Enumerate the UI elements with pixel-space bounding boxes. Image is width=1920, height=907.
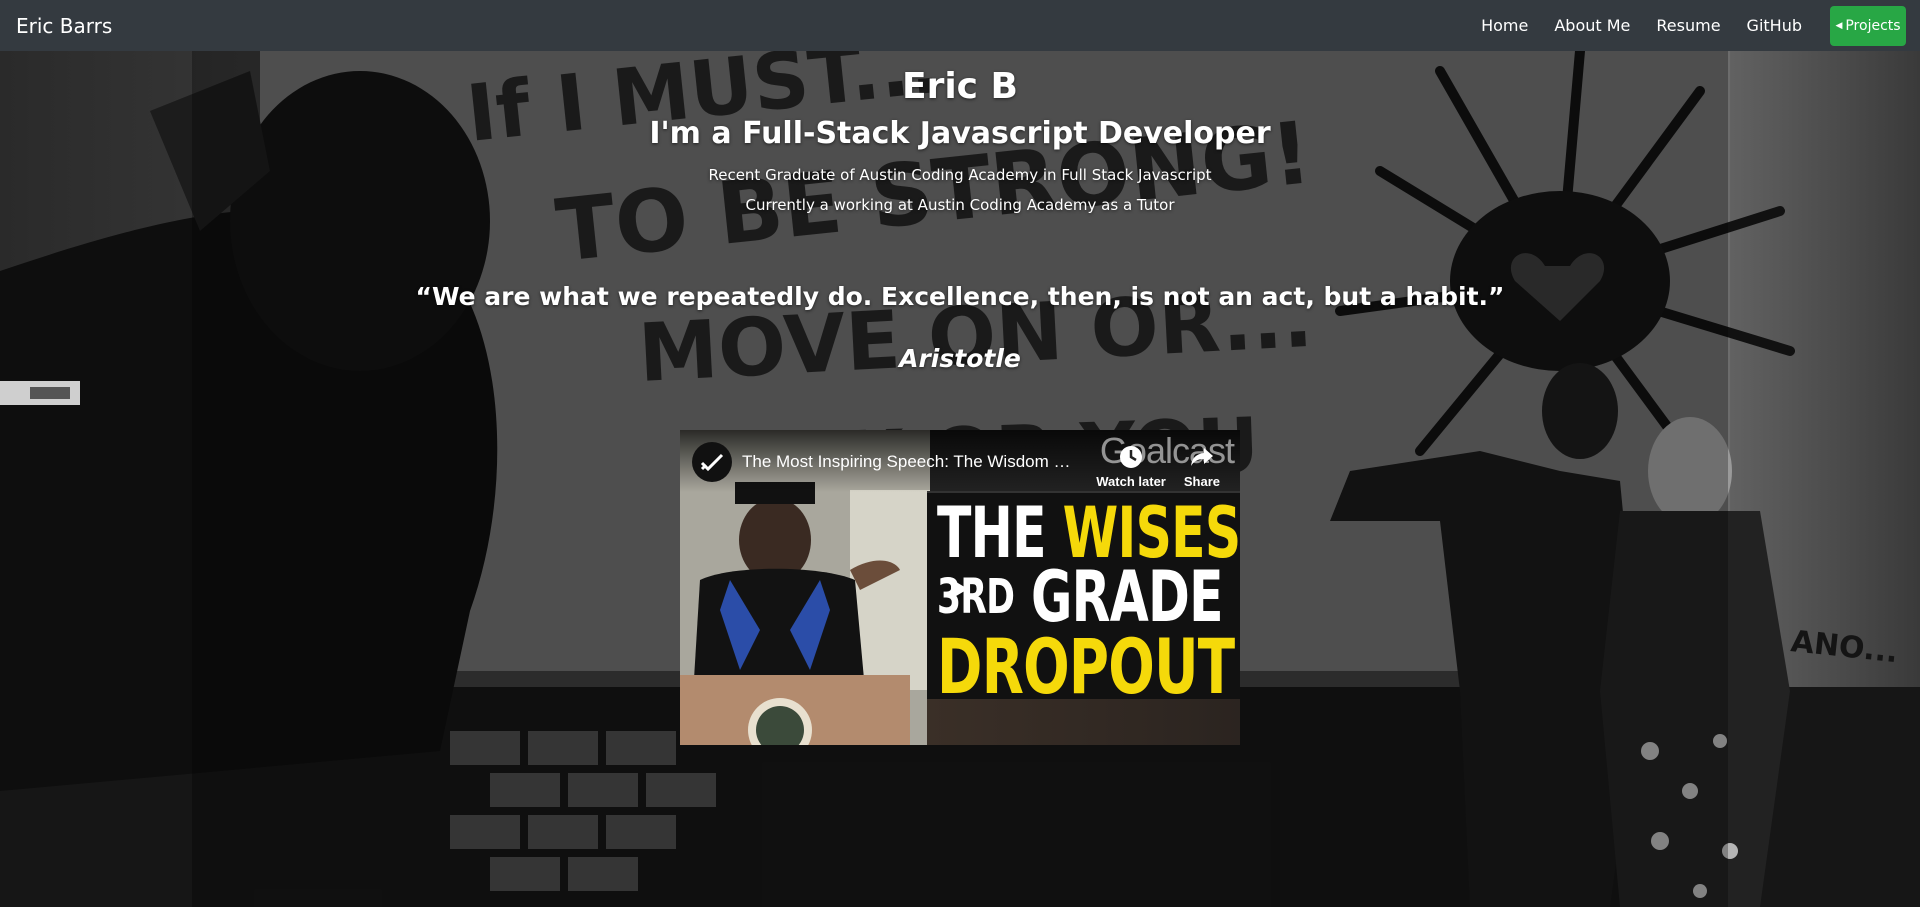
caret-left-icon: ◀ — [1835, 20, 1843, 31]
brand-link[interactable]: Eric Barrs — [16, 14, 112, 38]
hero-line1: Recent Graduate of Austin Coding Academy… — [708, 166, 1212, 184]
clock-icon — [1120, 446, 1143, 468]
channel-logo-icon[interactable] — [692, 442, 732, 482]
play-icon — [951, 579, 968, 599]
share-icon — [1190, 448, 1213, 466]
play-button[interactable] — [938, 569, 978, 609]
video-bottom-strip — [927, 699, 1240, 745]
watch-later-label: Watch later — [1096, 474, 1166, 489]
hero-role: I'm a Full-Stack Javascript Developer — [649, 116, 1271, 151]
hero-name: Eric B — [902, 66, 1018, 107]
top-navbar: Eric Barrs Home About Me Resume GitHub ◀… — [0, 0, 1920, 51]
hero-line2: Currently a working at Austin Coding Aca… — [745, 196, 1175, 214]
nav-resume[interactable]: Resume — [1656, 16, 1720, 35]
projects-button[interactable]: ◀ Projects — [1830, 5, 1906, 46]
nav-home[interactable]: Home — [1481, 16, 1528, 35]
nav-github[interactable]: GitHub — [1747, 16, 1802, 35]
quote-author: Aristotle — [899, 344, 1021, 373]
share-button[interactable]: Share — [1184, 444, 1220, 489]
thumb-dropout: DROPOUT — [937, 622, 1235, 711]
watch-later-button[interactable]: Watch later — [1096, 444, 1166, 489]
share-label: Share — [1183, 474, 1220, 489]
projects-label: Projects — [1845, 17, 1901, 34]
hero-section: Eric B I'm a Full-Stack Javascript Devel… — [192, 51, 1728, 376]
quote-text: “We are what we repeatedly do. Excellenc… — [415, 282, 1505, 311]
youtube-embed[interactable]: THE WISEST 3RD GRADE DROPOUT The Most In… — [680, 430, 1240, 745]
nav-links: Home About Me Resume GitHub ◀ Projects — [1455, 5, 1906, 46]
video-actions: Watch later Share — [1078, 444, 1220, 489]
nav-about-me[interactable]: About Me — [1554, 16, 1630, 35]
video-title[interactable]: The Most Inspiring Speech: The Wisdom … — [742, 452, 1082, 472]
